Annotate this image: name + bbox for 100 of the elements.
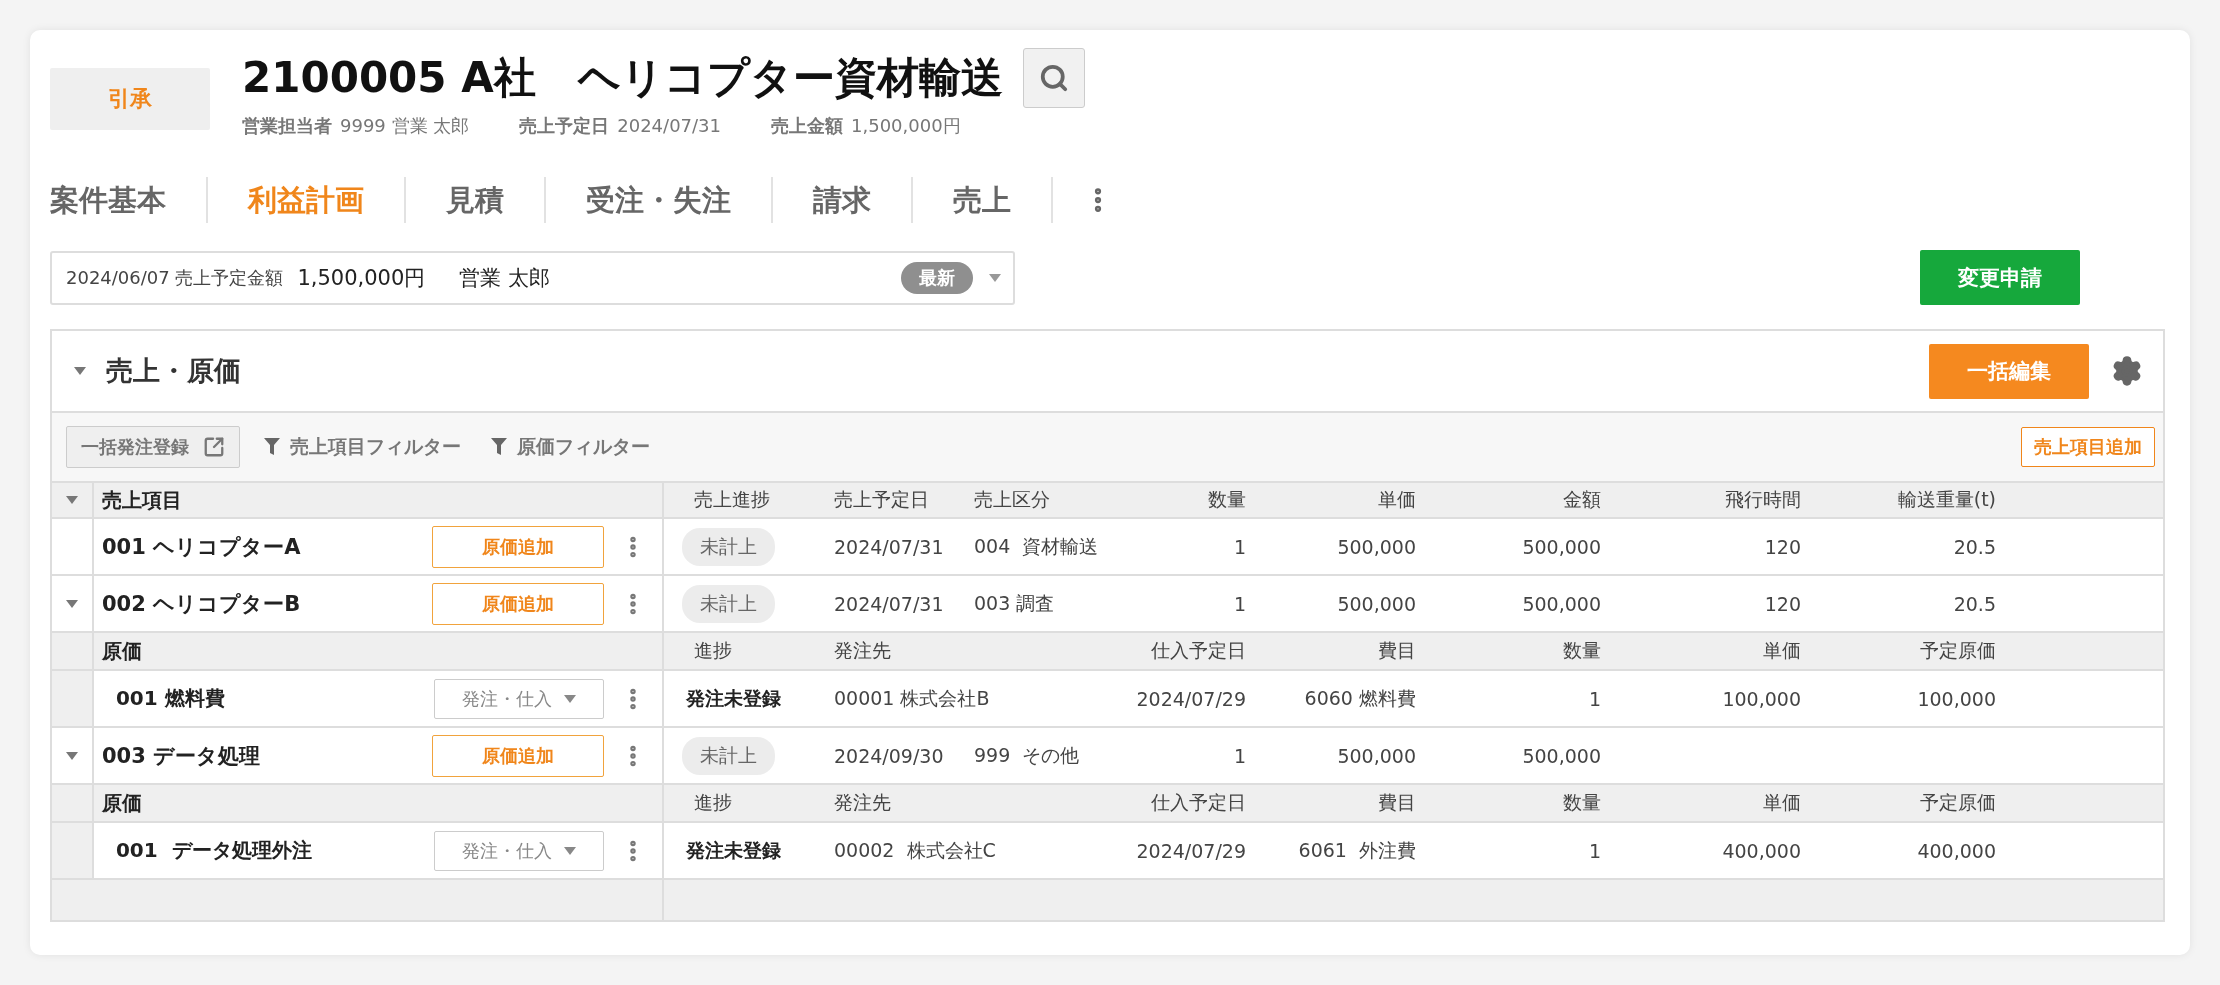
- add-cost-button[interactable]: 原価追加: [432, 525, 604, 568]
- caret-icon[interactable]: [66, 496, 78, 504]
- caret-icon[interactable]: [66, 599, 78, 608]
- column-header: 数量: [1207, 487, 1247, 512]
- table-cell-text: 発注未登録: [685, 685, 782, 711]
- caret-icon[interactable]: [66, 751, 78, 760]
- caret-icon: [564, 846, 576, 855]
- collapse-caret-icon[interactable]: [74, 367, 86, 375]
- section-title: 売上・原価: [106, 354, 242, 388]
- column-header: 飛行時間: [1724, 487, 1802, 512]
- table-cell-text: 500,000: [1521, 535, 1602, 558]
- table-cell-text: 999 その他: [973, 742, 1081, 768]
- column-header: 予定原価: [1919, 790, 1997, 815]
- column-header: 金額: [1562, 487, 1602, 512]
- tab[interactable]: 請求: [773, 177, 913, 223]
- table-cell-text: 400,000: [1721, 839, 1802, 862]
- external-link-icon: [203, 436, 225, 458]
- table-cell-text: 2024/07/31: [833, 592, 945, 615]
- caret-icon: [564, 694, 576, 703]
- filter-icon: [491, 438, 507, 456]
- table-cell-text: 120: [1763, 535, 1802, 558]
- bulk-order-button[interactable]: 一括発注登録: [66, 426, 240, 468]
- filter-button[interactable]: 原価フィルター: [485, 434, 656, 460]
- column-header: 費目: [1377, 790, 1417, 815]
- takeover-button[interactable]: 引承: [50, 68, 210, 130]
- table-cell-text: 2024/07/29: [1135, 839, 1247, 862]
- add-sales-item-button[interactable]: 売上項目追加: [2021, 427, 2155, 467]
- cost-item-name: 001 データ処理外注: [114, 837, 313, 864]
- column-header: 原価: [102, 789, 143, 817]
- column-header: 予定原価: [1919, 638, 1997, 663]
- sales-item-name: 002 ヘリコプターB: [102, 590, 302, 618]
- filter-icon: [264, 438, 280, 456]
- meta-info: 売上金額 1,500,000円: [771, 114, 961, 138]
- tab[interactable]: 見積: [406, 177, 546, 223]
- column-header: 数量: [1562, 790, 1602, 815]
- column-header: 進捗: [693, 638, 733, 663]
- meta-info: 売上予定日 2024/07/31: [519, 114, 721, 138]
- column-header: 売上項目: [102, 486, 183, 514]
- project-title: 2100005 A社 ヘリコプター資材輸送: [242, 52, 1003, 104]
- table-cell-text: 003 調査: [973, 590, 1056, 616]
- column-header: 売上進捗: [693, 487, 771, 512]
- table-cell-text: 20.5: [1952, 535, 1997, 558]
- table-cell-text: 1: [1232, 744, 1247, 767]
- column-header: 売上区分: [973, 487, 1051, 512]
- table-cell-text: 004 資材輸送: [973, 533, 1100, 559]
- table-cell-text: 20.5: [1952, 592, 1997, 615]
- column-header: 原価: [102, 637, 143, 665]
- version-person: 営業 太郎: [459, 264, 552, 292]
- column-header: 進捗: [693, 790, 733, 815]
- sales-item-name: 003 データ処理: [102, 742, 262, 770]
- table-cell-text: 1: [1587, 839, 1602, 862]
- sales-item-name: 001 ヘリコプターA: [102, 533, 302, 561]
- cost-item-name: 001 燃料費: [114, 685, 226, 712]
- bulk-edit-button[interactable]: 一括編集: [1929, 343, 2089, 399]
- caret-icon: [989, 273, 1001, 282]
- table-cell-text: 6060 燃料費: [1303, 685, 1417, 711]
- add-cost-button[interactable]: 原価追加: [432, 582, 604, 625]
- column-header: 輸送重量(t): [1896, 487, 1997, 512]
- version-select[interactable]: 2024/06/07 売上予定金額 1,500,000円 営業 太郎 最新: [50, 250, 1015, 305]
- search-button[interactable]: [1022, 48, 1085, 108]
- tab[interactable]: 受注・失注: [546, 177, 773, 223]
- table-cell-text: 500,000: [1336, 535, 1417, 558]
- search-icon: [1038, 63, 1069, 93]
- version-date: 2024/06/07 売上予定金額: [66, 265, 284, 290]
- tab[interactable]: 利益計画: [208, 177, 406, 223]
- table-cell-text: 00002 株式会社C: [833, 837, 997, 863]
- filter-button[interactable]: 売上項目フィルター: [258, 434, 467, 460]
- change-request-button[interactable]: 変更申請: [1920, 250, 2080, 305]
- table-cell-text: 00001 株式会社B: [833, 685, 991, 711]
- table-cell-text: 500,000: [1521, 592, 1602, 615]
- table-cell-text: 1: [1587, 687, 1602, 710]
- column-header: 数量: [1562, 638, 1602, 663]
- column-header: 単価: [1377, 487, 1417, 512]
- column-header: 売上予定日: [833, 487, 930, 512]
- order-purchase-select[interactable]: 発注・仕入: [434, 830, 604, 871]
- order-purchase-select[interactable]: 発注・仕入: [434, 678, 604, 719]
- table-cell-text: 2024/09/30: [833, 744, 945, 767]
- status-pill: 未計上: [682, 736, 775, 775]
- meta-info: 営業担当者 9999 営業 太郎: [242, 114, 470, 138]
- table-cell-text: 2024/07/31: [833, 535, 945, 558]
- status-pill: 未計上: [682, 584, 775, 623]
- add-cost-button[interactable]: 原価追加: [432, 734, 604, 777]
- table-cell-text: 500,000: [1336, 744, 1417, 767]
- tab[interactable]: 売上: [913, 177, 1053, 223]
- column-header: 仕入予定日: [1150, 638, 1247, 663]
- table-cell-text: 2024/07/29: [1135, 687, 1247, 710]
- column-header: 仕入予定日: [1150, 790, 1247, 815]
- table-cell-text: 120: [1763, 592, 1802, 615]
- column-header: 単価: [1762, 638, 1802, 663]
- table-cell-text: 1: [1232, 592, 1247, 615]
- table-cell-text: 500,000: [1521, 744, 1602, 767]
- column-header: 費目: [1377, 638, 1417, 663]
- tab[interactable]: 案件基本: [50, 177, 208, 223]
- table-cell-text: 100,000: [1916, 687, 1997, 710]
- table-cell-text: 6061 外注費: [1297, 837, 1417, 863]
- column-header: 発注先: [833, 790, 892, 815]
- table-cell-text: 500,000: [1336, 592, 1417, 615]
- latest-badge: 最新: [901, 261, 973, 294]
- version-amount: 1,500,000円: [297, 264, 426, 292]
- status-pill: 未計上: [682, 527, 775, 566]
